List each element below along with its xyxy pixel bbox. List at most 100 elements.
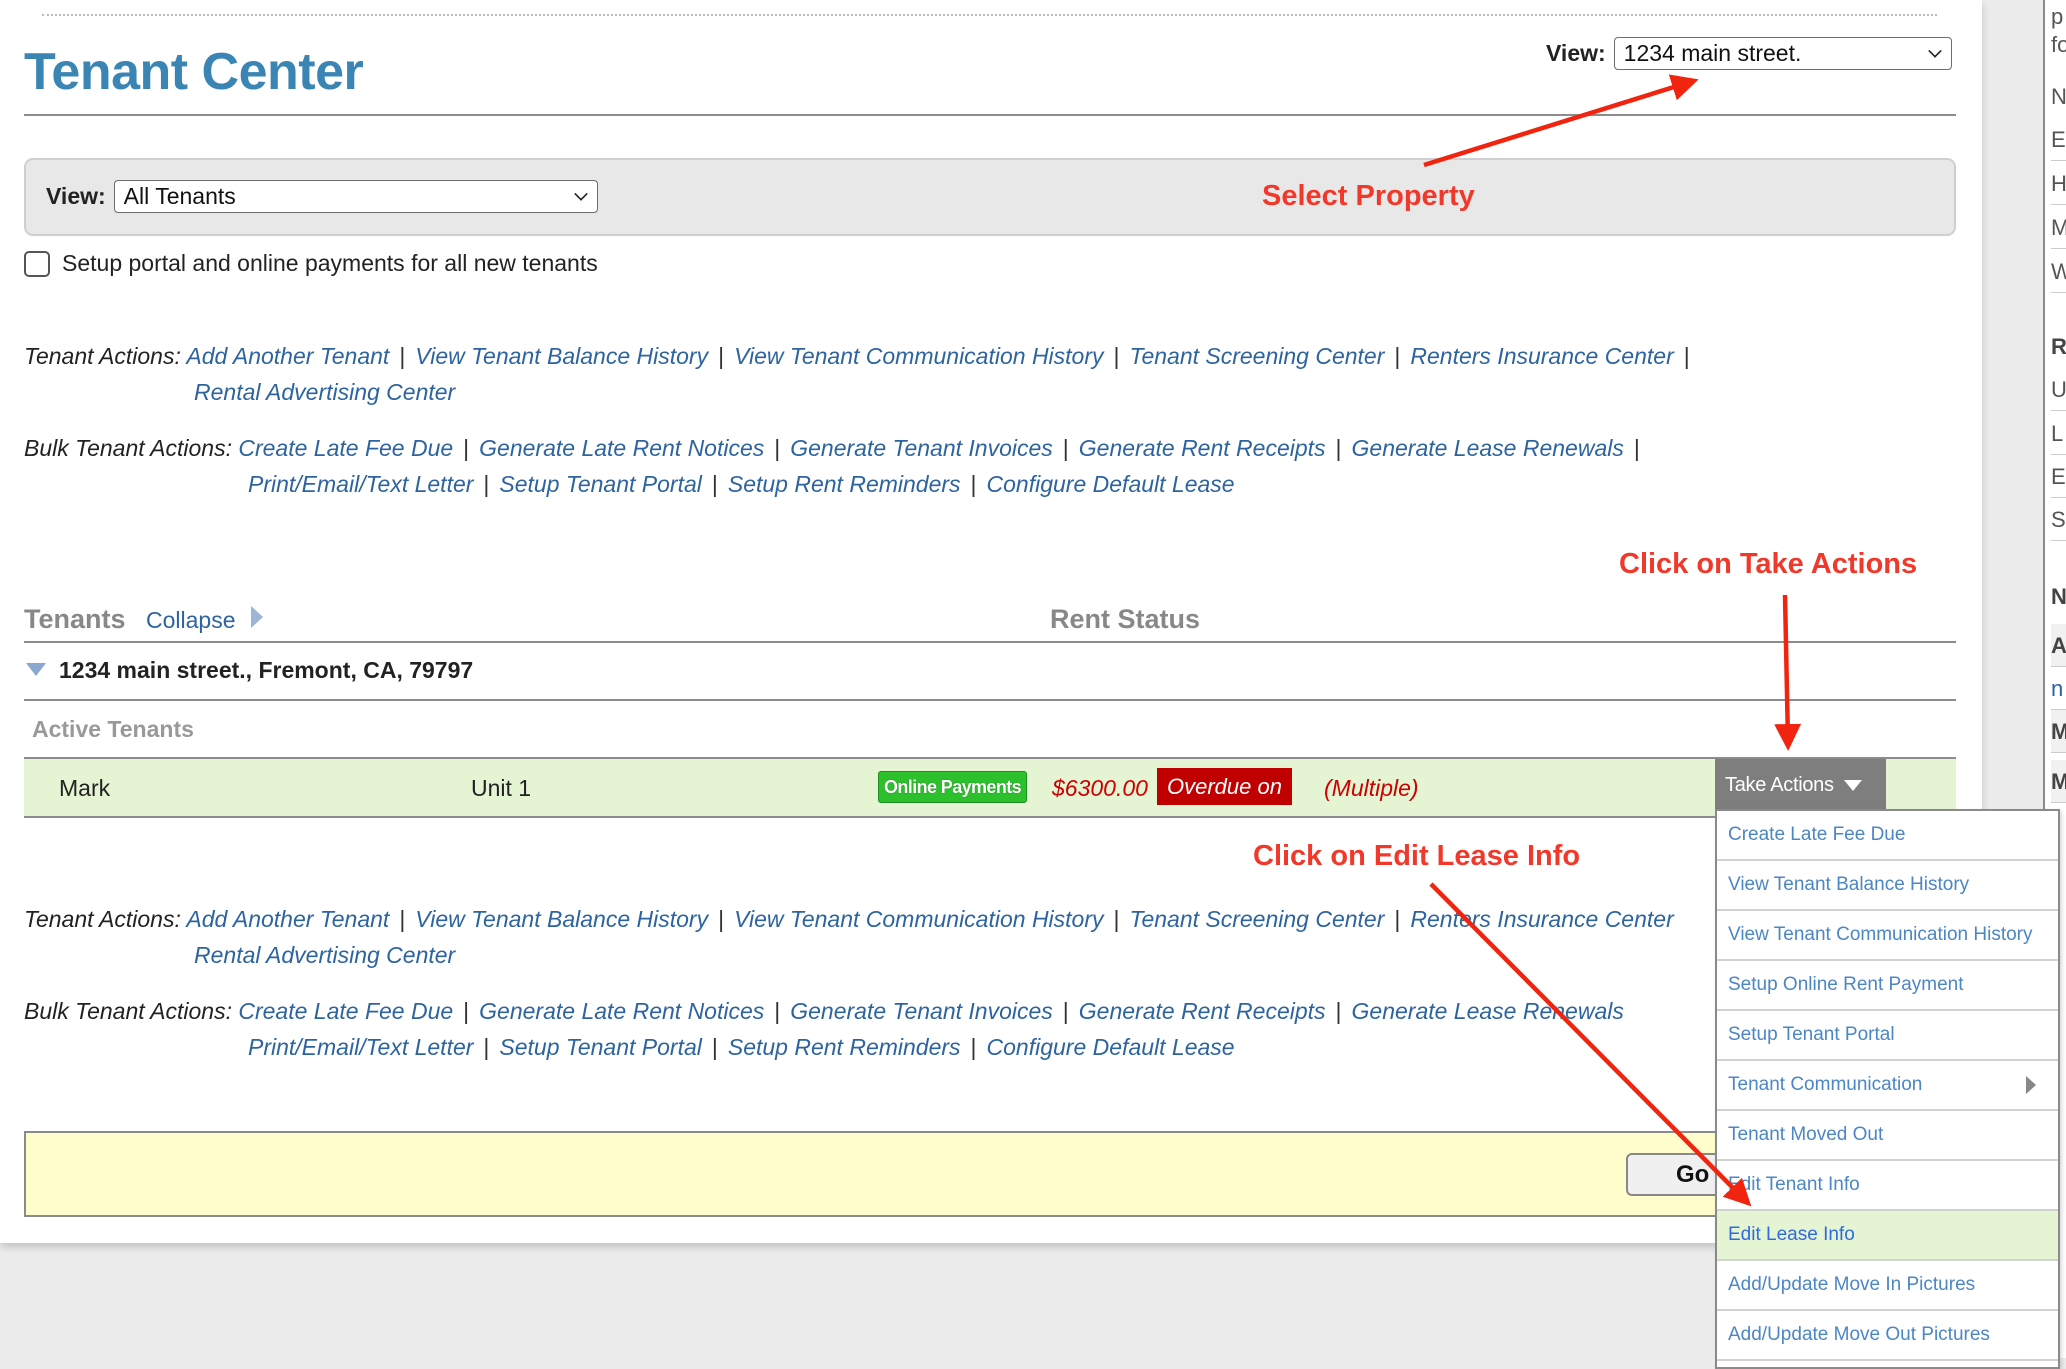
- print-email-text-letter-link[interactable]: Print/Email/Text Letter: [248, 471, 473, 497]
- separator: |: [483, 1034, 490, 1060]
- tenant-actions-label: Tenant Actions:: [24, 906, 181, 932]
- generate-tenant-invoices-link[interactable]: Generate Tenant Invoices: [790, 998, 1053, 1024]
- tenant-view-label: View:: [46, 183, 106, 209]
- bulk-actions-label: Bulk Tenant Actions:: [24, 998, 232, 1024]
- generate-rent-receipts-link[interactable]: Generate Rent Receipts: [1079, 998, 1326, 1024]
- take-actions-button[interactable]: Take Actions: [1715, 759, 1886, 811]
- property-address: 1234 main street., Fremont, CA, 79797: [59, 657, 474, 683]
- tenant-filter-bar: View: All Tenants: [24, 158, 1956, 236]
- right-panel-text: fo: [2051, 32, 2066, 57]
- separator: |: [1335, 435, 1342, 461]
- overdue-badge: Overdue on: [1157, 768, 1292, 805]
- take-actions-label: Take Actions: [1725, 774, 1834, 796]
- bulk-actions-label: Bulk Tenant Actions:: [24, 435, 232, 461]
- view-tenant-balance-history-link[interactable]: View Tenant Balance History: [415, 343, 708, 369]
- renters-insurance-center-link[interactable]: Renters Insurance Center: [1410, 343, 1673, 369]
- right-panel-heading: N: [2051, 584, 2066, 609]
- setup-tenant-portal-link[interactable]: Setup Tenant Portal: [499, 471, 701, 497]
- setup-tenant-portal-link[interactable]: Setup Tenant Portal: [499, 1034, 701, 1060]
- rent-amount: $6300.00: [1052, 775, 1148, 801]
- separator: |: [483, 471, 490, 497]
- separator: |: [1335, 998, 1342, 1024]
- menu-item-edit-lease-info[interactable]: Edit Lease Info: [1717, 1211, 2058, 1261]
- setup-rent-reminders-link[interactable]: Setup Rent Reminders: [728, 471, 961, 497]
- view-tenant-communication-history-link[interactable]: View Tenant Communication History: [734, 906, 1103, 932]
- rental-advertising-center-link[interactable]: Rental Advertising Center: [194, 379, 455, 405]
- active-tenants-label: Active Tenants: [32, 716, 194, 742]
- menu-item-setup-tenant-portal[interactable]: Setup Tenant Portal: [1717, 1011, 2058, 1061]
- view-tenant-balance-history-link[interactable]: View Tenant Balance History: [415, 906, 708, 932]
- annotation-click-edit-lease-info: Click on Edit Lease Info: [1253, 840, 1581, 872]
- add-another-tenant-link[interactable]: Add Another Tenant: [186, 343, 389, 369]
- setup-rent-reminders-link[interactable]: Setup Rent Reminders: [728, 1034, 961, 1060]
- caret-right-icon[interactable]: [251, 606, 263, 628]
- add-another-tenant-link[interactable]: Add Another Tenant: [186, 906, 389, 932]
- right-panel-heading: M: [2051, 710, 2066, 753]
- separator: |: [1062, 435, 1069, 461]
- right-panel-text: L: [2051, 412, 2066, 455]
- generate-rent-receipts-link[interactable]: Generate Rent Receipts: [1079, 435, 1326, 461]
- caret-down-icon: [1843, 780, 1862, 792]
- view-tenant-communication-history-link[interactable]: View Tenant Communication History: [734, 343, 1103, 369]
- chevron-down-icon: [1927, 44, 1942, 58]
- right-panel-text: H: [2051, 162, 2066, 205]
- property-select-value: 1234 main street.: [1623, 40, 1802, 66]
- right-panel-heading: R: [2051, 334, 2066, 359]
- separator: |: [970, 471, 977, 497]
- right-panel-text: M: [2051, 206, 2066, 249]
- table-row: Mark Unit 1 Online Payments $6300.00 Ove…: [24, 759, 1956, 817]
- generate-lease-renewals-link[interactable]: Generate Lease Renewals: [1352, 998, 1624, 1024]
- separator: |: [1113, 343, 1120, 369]
- configure-default-lease-link[interactable]: Configure Default Lease: [987, 471, 1235, 497]
- generate-late-rent-notices-link[interactable]: Generate Late Rent Notices: [479, 435, 764, 461]
- tenants-heading: Tenants: [24, 604, 126, 634]
- separator: |: [718, 343, 725, 369]
- menu-item-view-tenant-balance-history[interactable]: View Tenant Balance History: [1717, 861, 2058, 911]
- right-panel-text: N: [2051, 84, 2066, 109]
- menu-item-add-update-move-out-pictures[interactable]: Add/Update Move Out Pictures: [1717, 1311, 2058, 1361]
- annotation-click-take-actions: Click on Take Actions: [1619, 548, 1918, 580]
- configure-default-lease-link[interactable]: Configure Default Lease: [987, 1034, 1235, 1060]
- tenant-unit: Unit 1: [471, 775, 532, 801]
- generate-lease-renewals-link[interactable]: Generate Lease Renewals: [1352, 435, 1624, 461]
- separator: |: [399, 343, 406, 369]
- separator: |: [711, 1034, 718, 1060]
- renters-insurance-center-link[interactable]: Renters Insurance Center: [1410, 906, 1673, 932]
- create-late-fee-due-link[interactable]: Create Late Fee Due: [238, 435, 453, 461]
- setup-portal-checkbox[interactable]: [24, 250, 50, 277]
- separator: |: [774, 435, 781, 461]
- take-actions-menu: Create Late Fee Due View Tenant Balance …: [1715, 809, 2060, 1369]
- rental-advertising-center-link[interactable]: Rental Advertising Center: [194, 942, 455, 968]
- right-panel-heading: M: [2051, 760, 2066, 803]
- generate-late-rent-notices-link[interactable]: Generate Late Rent Notices: [479, 998, 764, 1024]
- due-date: (Multiple): [1324, 775, 1419, 801]
- menu-item-tenant-communication[interactable]: Tenant Communication: [1717, 1061, 2058, 1111]
- tenant-name[interactable]: Mark: [59, 775, 110, 802]
- menu-item-edit-tenant-info[interactable]: Edit Tenant Info: [1717, 1161, 2058, 1211]
- print-email-text-letter-link[interactable]: Print/Email/Text Letter: [248, 1034, 473, 1060]
- setup-portal-option: Setup portal and online payments for all…: [24, 250, 598, 277]
- right-panel-text: p: [2051, 4, 2064, 29]
- menu-item-setup-online-rent-payment[interactable]: Setup Online Rent Payment: [1717, 961, 2058, 1011]
- right-panel-link[interactable]: n: [2051, 667, 2066, 710]
- tenant-actions-bottom: Tenant Actions: Add Another Tenant | View …: [24, 901, 1674, 973]
- online-payments-badge: Online Payments: [878, 771, 1028, 803]
- menu-item-view-tenant-communication-history[interactable]: View Tenant Communication History: [1717, 911, 2058, 961]
- separator: |: [1683, 343, 1690, 369]
- create-late-fee-due-link[interactable]: Create Late Fee Due: [238, 998, 453, 1024]
- property-select[interactable]: 1234 main street.: [1613, 37, 1952, 70]
- tenant-screening-center-link[interactable]: Tenant Screening Center: [1130, 906, 1385, 932]
- menu-item-create-late-fee-due[interactable]: Create Late Fee Due: [1717, 811, 2058, 861]
- generate-tenant-invoices-link[interactable]: Generate Tenant Invoices: [790, 435, 1053, 461]
- right-panel-text: E: [2051, 118, 2066, 161]
- page-content: Tenant Center View: 1234 main street. Vi…: [0, 0, 1982, 1243]
- tenant-screening-center-link[interactable]: Tenant Screening Center: [1130, 343, 1385, 369]
- rent-status-heading: Rent Status: [1050, 604, 1201, 634]
- right-panel-text: E: [2051, 455, 2066, 498]
- submenu-arrow-icon: [2026, 1076, 2036, 1094]
- caret-down-icon[interactable]: [26, 663, 46, 676]
- collapse-link[interactable]: Collapse: [146, 607, 236, 634]
- menu-item-tenant-moved-out[interactable]: Tenant Moved Out: [1717, 1111, 2058, 1161]
- tenant-view-select[interactable]: All Tenants: [113, 180, 598, 213]
- menu-item-add-update-move-in-pictures[interactable]: Add/Update Move In Pictures: [1717, 1261, 2058, 1311]
